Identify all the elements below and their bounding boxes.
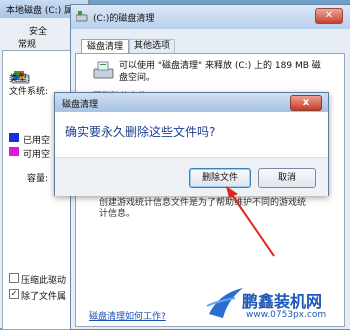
annotation-arrow [226,186,275,257]
watermark-brand: 鹏鑫装机网 [242,292,323,311]
watermark-url: www.0753px.com [246,310,327,320]
watermark-logo-icon [206,288,243,318]
